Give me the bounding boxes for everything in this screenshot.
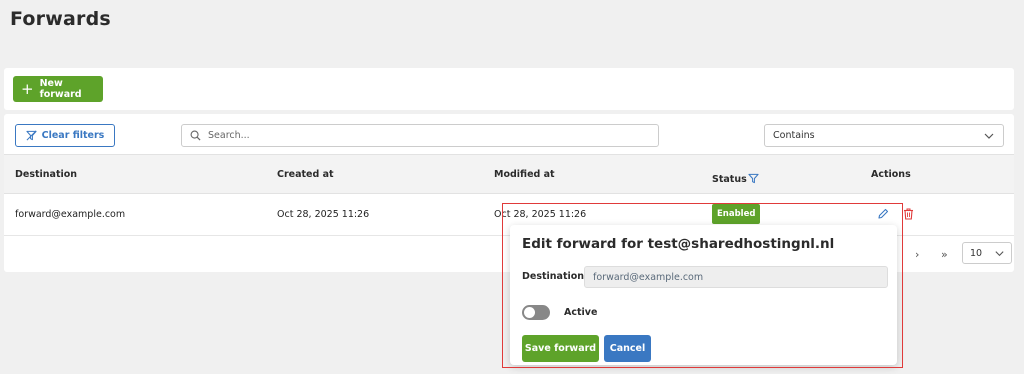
- page-size-value: 10: [970, 247, 983, 259]
- search-input[interactable]: [208, 130, 628, 141]
- new-forward-button[interactable]: + New forward: [13, 76, 103, 102]
- page-title: Forwards: [10, 8, 111, 30]
- match-mode-value: Contains: [773, 130, 815, 141]
- header-created-at[interactable]: Created at: [277, 169, 334, 180]
- search-icon: [190, 130, 201, 141]
- clear-filters-button[interactable]: Clear filters: [15, 124, 115, 147]
- cell-created-at: Oct 28, 2025 11:26: [277, 209, 370, 220]
- header-modified-at[interactable]: Modified at: [494, 169, 555, 180]
- new-forward-label: New forward: [39, 78, 82, 100]
- search-box[interactable]: [181, 124, 659, 147]
- header-destination[interactable]: Destination: [15, 169, 77, 180]
- chevron-down-icon: [995, 251, 1004, 257]
- filter-slash-icon: [26, 130, 37, 141]
- match-mode-select[interactable]: Contains: [764, 124, 1004, 147]
- status-filter-icon[interactable]: [748, 173, 759, 184]
- highlight-outline: [502, 203, 903, 368]
- cell-destination: forward@example.com: [15, 209, 126, 220]
- plus-icon: +: [21, 79, 34, 98]
- next-page-button[interactable]: ›: [915, 248, 919, 261]
- filter-bar: Clear filters Contains: [4, 114, 1014, 154]
- table-header: Destination Created at Modified at Statu…: [4, 154, 1014, 194]
- page-size-select[interactable]: 10: [962, 242, 1012, 264]
- chevron-down-icon: [984, 133, 994, 139]
- last-page-button[interactable]: »: [941, 248, 948, 261]
- header-actions: Actions: [871, 169, 911, 180]
- header-status[interactable]: Status: [712, 174, 747, 185]
- delete-trash-icon[interactable]: [903, 208, 914, 220]
- clear-filters-label: Clear filters: [41, 130, 105, 141]
- toolbar-card: + New forward: [4, 68, 1014, 110]
